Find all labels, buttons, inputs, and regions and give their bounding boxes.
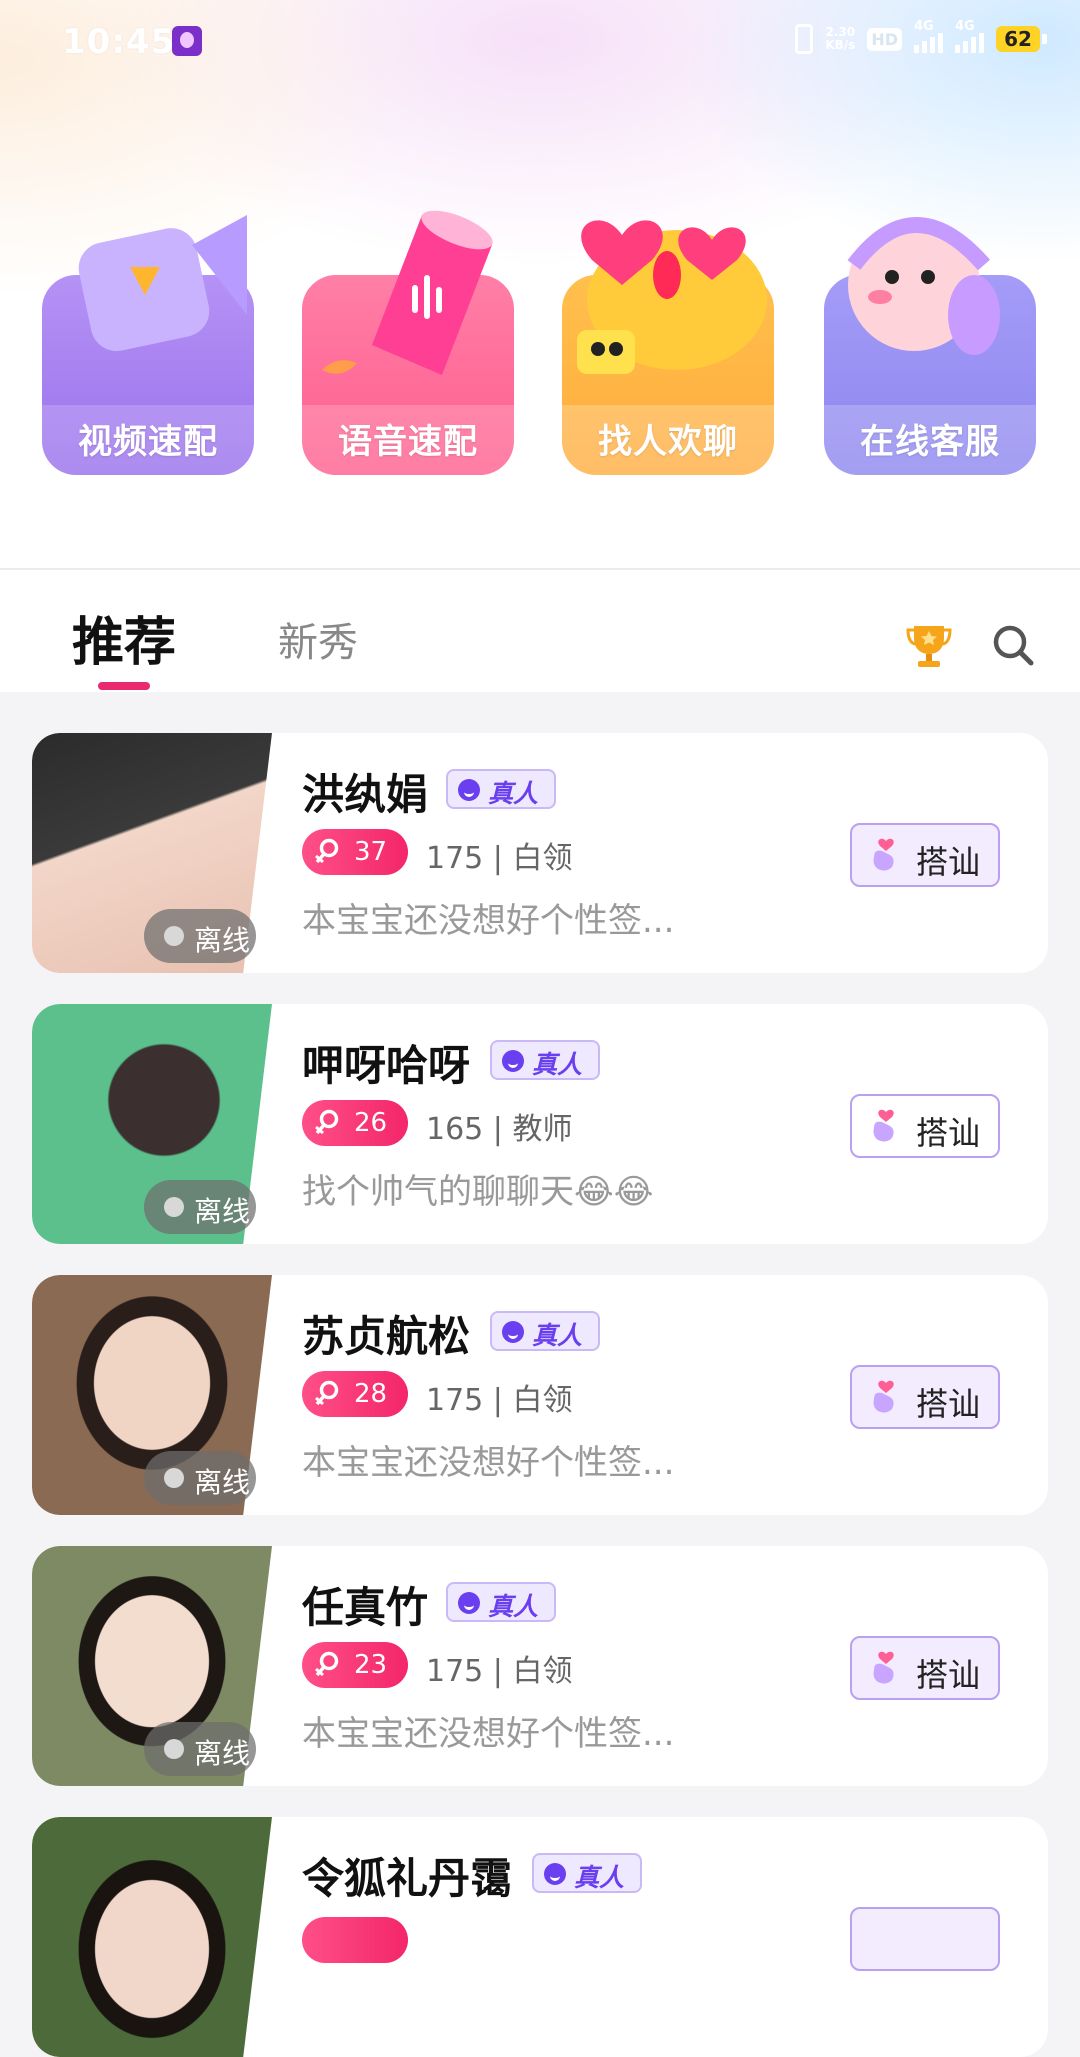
signal-icon-2: 4G: [955, 19, 984, 53]
hd-icon: HD: [867, 27, 902, 51]
online-service-tile[interactable]: 在线客服: [824, 205, 1036, 475]
verified-icon: [458, 779, 480, 801]
chat-button[interactable]: [850, 1907, 1000, 1971]
verified-icon: [502, 1050, 524, 1072]
tab-active-indicator: [98, 682, 150, 690]
tab-bar: 推荐 新秀: [0, 570, 1080, 692]
verified-badge: 真人: [490, 1040, 600, 1080]
verified-badge: 真人: [446, 1582, 556, 1622]
voice-cup-icon: [322, 210, 493, 375]
user-name: 呷呀哈呀: [302, 1041, 471, 1090]
online-status: 离线: [144, 1451, 256, 1505]
find-chat-tile[interactable]: 找人欢聊: [562, 205, 774, 475]
age-pill: 37: [302, 829, 408, 875]
video-match-tile[interactable]: 视频速配: [42, 205, 254, 475]
online-status: 离线: [144, 1722, 256, 1776]
age-pill: [302, 1917, 408, 1963]
tab-recommend[interactable]: 推荐: [72, 600, 176, 675]
feature-tiles: 视频速配 语音速配 找人欢聊 在线客服: [42, 205, 1042, 475]
chat-button[interactable]: 搭讪: [850, 1365, 1000, 1429]
age-pill: 23: [302, 1642, 408, 1688]
user-signature: 本宝宝还没想好个性签...: [302, 1443, 675, 1483]
verified-badge: 真人: [490, 1311, 600, 1351]
user-card[interactable]: 离线 任真竹 真人 23 175 | 白领 本宝宝还没想好个性签... 搭讪: [32, 1546, 1048, 1786]
status-dot-icon: [164, 926, 184, 946]
user-meta: 175 | 白领: [426, 1383, 573, 1418]
online-status: 离线: [144, 909, 256, 963]
status-icons: 2.30 KB/s HD 4G 4G 62: [795, 19, 1047, 54]
hearts-chat-icon: [577, 220, 767, 374]
tab-new[interactable]: 新秀: [278, 610, 358, 668]
verified-icon: [502, 1321, 524, 1343]
user-name: 任真竹: [302, 1583, 429, 1632]
female-icon: [315, 1651, 339, 1677]
signal-icon: 4G: [914, 19, 943, 53]
finger-heart-icon: [873, 838, 894, 871]
feature-label: 语音速配: [338, 422, 478, 462]
status-dot-icon: [164, 1197, 184, 1217]
net-speed: 2.30 KB/s: [825, 25, 856, 52]
user-card[interactable]: 令狐礼丹霭 真人: [32, 1817, 1048, 2057]
feature-label: 在线客服: [860, 422, 1000, 462]
user-name: 洪纨娟: [302, 770, 429, 819]
battery-icon: 62: [996, 26, 1047, 52]
user-meta: 175 | 白领: [426, 1654, 573, 1689]
feature-label: 视频速配: [78, 422, 218, 462]
search-icon[interactable]: [990, 622, 1036, 668]
video-camera-icon: [78, 215, 247, 352]
female-icon: [315, 838, 339, 864]
status-time: 10:45: [62, 22, 176, 62]
verified-badge: 真人: [532, 1853, 642, 1893]
user-signature: 找个帅气的聊聊天😂😂: [302, 1172, 654, 1212]
user-meta: 175 | 白领: [426, 841, 573, 876]
user-name: 令狐礼丹霭: [302, 1854, 513, 1903]
finger-heart-icon: [873, 1651, 894, 1684]
chat-button[interactable]: 搭讪: [850, 1636, 1000, 1700]
trophy-icon[interactable]: [904, 620, 954, 670]
age-pill: 26: [302, 1100, 408, 1146]
status-dot-icon: [164, 1468, 184, 1488]
chat-button[interactable]: 搭讪: [850, 1094, 1000, 1158]
female-icon: [315, 1380, 339, 1406]
female-icon: [315, 1109, 339, 1135]
user-card[interactable]: 离线 苏贞航松 真人 28 175 | 白领 本宝宝还没想好个性签... 搭讪: [32, 1275, 1048, 1515]
finger-heart-icon: [873, 1380, 894, 1413]
status-dot-icon: [164, 1739, 184, 1759]
user-signature: 本宝宝还没想好个性签...: [302, 901, 675, 941]
chat-button[interactable]: 搭讪: [850, 823, 1000, 887]
app-notification-icon: [172, 26, 202, 56]
finger-heart-icon: [873, 1109, 894, 1142]
status-bar: 10:45 2.30 KB/s HD 4G 4G 62: [0, 0, 1080, 86]
verified-icon: [458, 1592, 480, 1614]
vibrate-icon: [795, 24, 814, 54]
user-meta: 165 | 教师: [426, 1112, 573, 1147]
age-pill: 28: [302, 1371, 408, 1417]
user-name: 苏贞航松: [302, 1312, 471, 1361]
verified-icon: [544, 1863, 566, 1885]
user-card[interactable]: 离线 呷呀哈呀 真人 26 165 | 教师 找个帅气的聊聊天😂😂 搭讪: [32, 1004, 1048, 1244]
user-signature: 本宝宝还没想好个性签...: [302, 1714, 675, 1754]
feature-label: 找人欢聊: [598, 422, 738, 462]
voice-match-tile[interactable]: 语音速配: [302, 205, 514, 475]
online-status: 离线: [144, 1180, 256, 1234]
user-card[interactable]: 离线 洪纨娟 真人 37 175 | 白领 本宝宝还没想好个性签... 搭讪: [32, 733, 1048, 973]
verified-badge: 真人: [446, 769, 556, 809]
avatar[interactable]: [32, 1817, 272, 2057]
headset-mascot-icon: [847, 217, 1000, 355]
